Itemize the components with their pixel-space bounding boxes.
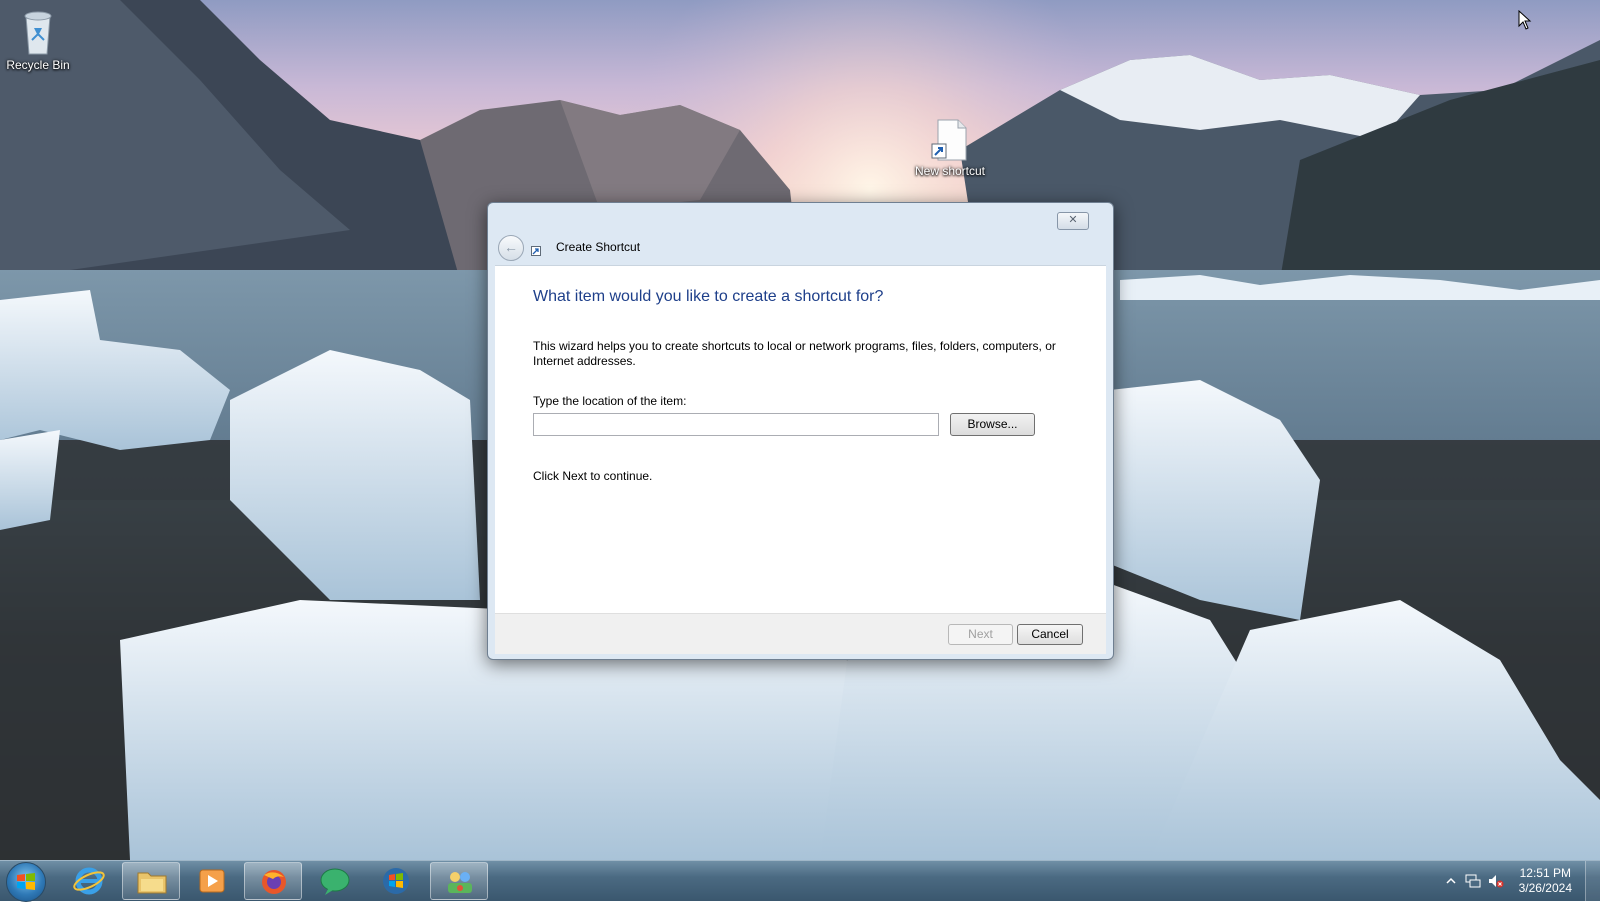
page-title: What item would you like to create a sho… — [533, 288, 884, 305]
wizard-footer: Next Cancel — [495, 613, 1106, 654]
next-button[interactable]: Next — [948, 624, 1013, 645]
start-button[interactable] — [6, 862, 46, 902]
wizard-description: This wizard helps you to create shortcut… — [533, 339, 1056, 368]
location-input[interactable] — [533, 413, 939, 436]
taskbar-file-explorer[interactable] — [122, 862, 180, 900]
volume-muted-icon[interactable] — [1488, 873, 1504, 889]
mouse-cursor-icon — [1518, 10, 1532, 30]
recycle-bin-icon — [20, 6, 56, 56]
desktop-icon-label: Recycle Bin — [6, 58, 70, 72]
wizard-header: ← Create Shortcut — [495, 232, 1105, 265]
system-tray: 12:51 PM 3/26/2024 — [1440, 861, 1600, 901]
taskbar-windows[interactable] — [367, 862, 425, 900]
media-player-icon — [199, 869, 225, 893]
desktop-icon-recycle-bin[interactable]: Recycle Bin — [0, 6, 78, 72]
control-panel-icon — [448, 872, 472, 893]
shortcut-file-icon — [930, 118, 970, 162]
taskbar-media-player[interactable] — [183, 862, 241, 900]
create-shortcut-dialog: ✕ ← Create Shortcut What item would you … — [487, 202, 1114, 660]
desktop-icon-label: New shortcut — [914, 164, 986, 178]
back-button[interactable]: ← — [498, 235, 524, 261]
clock-time: 12:51 PM — [1519, 866, 1571, 880]
close-button[interactable]: ✕ — [1057, 212, 1089, 230]
wizard-title: Create Shortcut — [556, 240, 641, 254]
cancel-button[interactable]: Cancel — [1017, 624, 1083, 645]
show-desktop-button[interactable] — [1585, 861, 1600, 901]
wizard-content: What item would you like to create a sho… — [495, 265, 1106, 614]
taskbar-firefox[interactable] — [244, 862, 302, 900]
tray-expand-icon[interactable] — [1445, 875, 1457, 887]
taskbar-clock[interactable]: 12:51 PM 3/26/2024 — [1519, 866, 1572, 896]
location-label: Type the location of the item: — [533, 394, 687, 408]
taskbar: 12:51 PM 3/26/2024 — [0, 860, 1600, 902]
chat-icon — [320, 868, 350, 895]
start-orb-icon — [17, 873, 35, 890]
file-explorer-icon — [137, 872, 167, 894]
taskbar-chat[interactable] — [306, 862, 364, 900]
desktop-icon-new-shortcut[interactable]: New shortcut — [910, 118, 990, 178]
continue-hint: Click Next to continue. — [533, 469, 653, 483]
taskbar-internet-explorer[interactable] — [60, 862, 118, 900]
network-icon[interactable] — [1465, 873, 1481, 889]
internet-explorer-icon — [73, 867, 105, 895]
shortcut-arrow-icon — [531, 246, 541, 256]
taskbar-control-panel[interactable] — [430, 862, 488, 900]
browse-button[interactable]: Browse... — [950, 413, 1035, 436]
clock-date: 3/26/2024 — [1518, 881, 1572, 895]
windows-logo-icon — [383, 868, 409, 894]
firefox-icon — [262, 870, 286, 894]
